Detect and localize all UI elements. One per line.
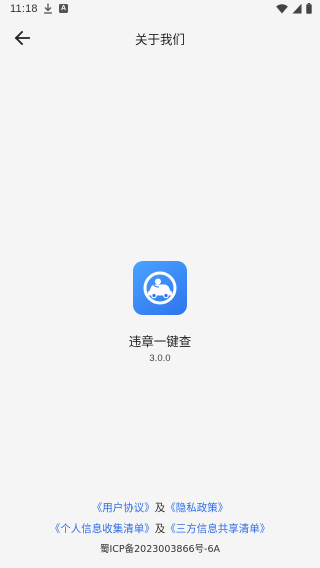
and-separator: 及 [154,502,166,514]
app-logo [133,261,187,315]
signal-icon [292,3,302,14]
status-time: 11:18 [10,3,38,15]
app-name: 违章一键查 [128,334,192,349]
third-party-list-link[interactable]: 《三方信息共享清单》 [165,523,270,535]
status-bar: 11:18 A [0,0,320,18]
status-right-group [276,3,312,14]
notification-badge-icon: A [59,4,68,13]
car-steering-wheel-icon [143,271,177,305]
icp-record: 蜀ICP备2023003866号-6A [99,544,221,555]
app-version: 3.0.0 [149,353,171,364]
privacy-policy-link[interactable]: 《隐私政策》 [165,502,228,514]
app-bar: 关于我们 [0,22,320,52]
user-agreement-link[interactable]: 《用户协议》 [92,502,155,514]
footer-agreements-line: 《用户协议》及《隐私政策》 [0,500,320,515]
footer-lists-line: 《个人信息收集清单》及《三方信息共享清单》 [0,521,320,536]
page-title: 关于我们 [134,32,185,47]
personal-info-list-link[interactable]: 《个人信息收集清单》 [50,523,155,535]
and-separator: 及 [154,523,166,535]
about-us-screen: 11:18 A 关于我们 违章一键查 3.0.0 《用户协议》及《隐私政策》 《… [0,0,320,568]
download-icon [44,3,52,14]
battery-icon [306,3,312,14]
wifi-icon [276,4,288,14]
